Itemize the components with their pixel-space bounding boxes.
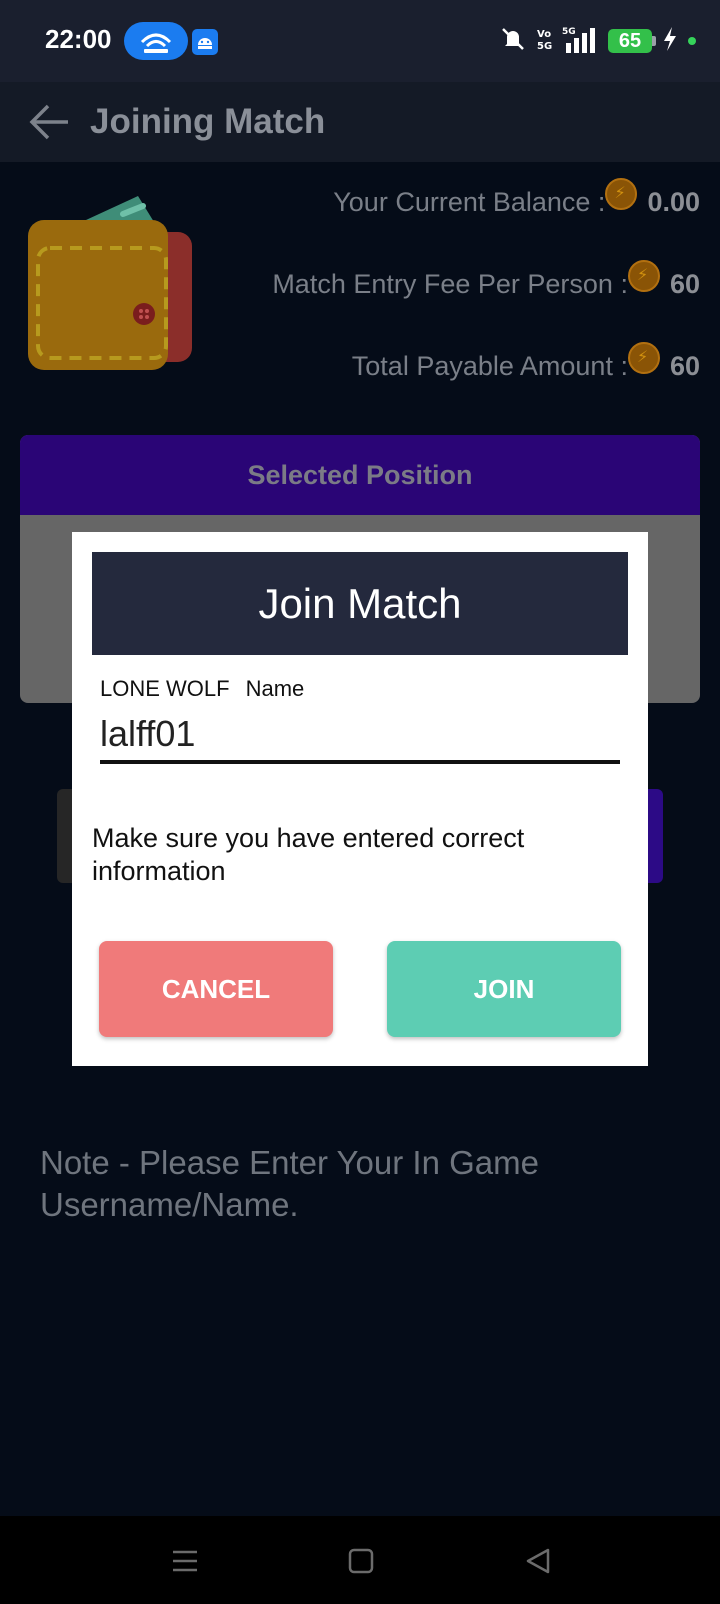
arrow-left-icon[interactable] (28, 102, 72, 142)
total-payable-row: Total Payable Amount : 60 (351, 342, 700, 382)
total-payable-value: 60 (669, 350, 700, 381)
name-field-label: LONE WOLF Name (100, 676, 304, 702)
privacy-dot (688, 37, 696, 45)
coin-icon (627, 260, 660, 292)
charging-icon (662, 26, 678, 57)
hotspot-icon (124, 22, 188, 60)
navigation-bar (0, 1516, 720, 1604)
note-text: Note - Please Enter Your In Game Usernam… (40, 1144, 539, 1223)
status-bar: 22:00 Vo 5G 5G 65 (0, 0, 720, 82)
current-balance-value: 0.00 (647, 186, 700, 217)
coin-icon (605, 178, 638, 210)
status-time: 22:00 (45, 24, 112, 54)
android-icon (192, 29, 218, 55)
field-prefix: LONE WOLF (100, 676, 230, 701)
app-bar: Joining Match (0, 82, 720, 162)
back-icon[interactable] (522, 1546, 554, 1576)
volte-icon: Vo 5G (536, 26, 552, 57)
total-payable-label: Total Payable Amount : (351, 350, 628, 381)
entry-fee-value: 60 (669, 268, 700, 299)
screen: 22:00 Vo 5G 5G 65 Joining Match Your Cur… (0, 0, 720, 1604)
coin-icon (627, 342, 660, 374)
current-balance-row: Your Current Balance : 0.00 (333, 178, 700, 218)
signal-5g-icon: 5G (562, 25, 598, 58)
svg-text:5G: 5G (562, 27, 576, 37)
menu-icon[interactable] (169, 1546, 201, 1576)
warning-text: Make sure you have entered correct infor… (92, 823, 525, 886)
mute-icon (500, 26, 526, 57)
name-input[interactable] (100, 708, 620, 764)
home-icon[interactable] (345, 1546, 377, 1576)
dialog-title: Join Match (92, 552, 628, 655)
entry-fee-row: Match Entry Fee Per Person : 60 (272, 260, 700, 300)
join-match-dialog: Join Match LONE WOLF Name Make sure you h… (72, 532, 648, 1066)
selected-position-title: Selected Position (20, 435, 700, 515)
page-title: Joining Match (90, 102, 326, 141)
svg-text:Vo: Vo (537, 29, 551, 40)
current-balance-label: Your Current Balance : (333, 186, 606, 217)
field-label-text: Name (245, 676, 305, 701)
battery-icon: 65 (608, 29, 656, 53)
status-icons: Vo 5G 5G 65 (500, 26, 696, 56)
entry-fee-label: Match Entry Fee Per Person : (272, 268, 628, 299)
join-button[interactable]: JOIN (387, 941, 621, 1037)
wallet-icon (28, 196, 196, 376)
cancel-button[interactable]: CANCEL (99, 941, 333, 1037)
svg-text:5G: 5G (537, 41, 552, 52)
